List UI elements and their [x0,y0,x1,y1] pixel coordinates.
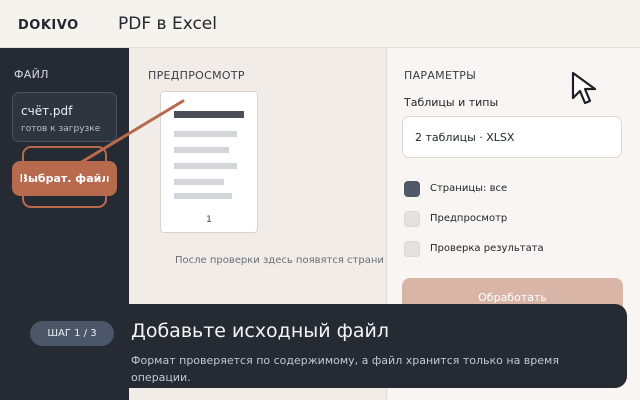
step-badge: ШАГ 1 / 3 [30,321,114,346]
checkbox-pages[interactable] [404,181,420,197]
thumbnail-text-line [174,179,224,185]
tooltip-title: Добавьте исходный файл [131,320,390,342]
option-label: Предпросмотр [430,213,508,224]
tables-select[interactable]: 2 таблицы · XLSX [402,116,622,158]
top-bar: DOKIVO PDF в Excel [0,0,640,48]
thumbnail-text-line [174,163,237,169]
checkbox-preview[interactable] [404,211,420,227]
thumbnail-text-line [174,193,232,199]
page-thumbnail[interactable]: 1 [160,91,258,233]
preview-section-label: ПРЕДПРОСМОТР [148,69,245,82]
file-card[interactable]: счёт.pdf готов к загрузке [12,92,117,142]
onboarding-tooltip: ШАГ 1 / 3 Добавьте исходный файл Формат … [12,304,627,388]
thumbnail-text-line [174,131,237,137]
preview-hint: После проверки здесь появятся страни [175,255,384,266]
choose-file-button[interactable]: Выбрат. файл [12,161,117,196]
page-number: 1 [206,215,212,225]
option-label: Страницы: все [430,183,508,194]
file-status: готов к загрузке [21,124,101,134]
page-title: PDF в Excel [118,14,217,34]
tooltip-body: Формат проверяется по содержимому, а фай… [131,354,559,384]
arrow-cursor-icon [571,71,597,105]
tables-label: Таблицы и типы [404,96,499,109]
params-section-label: ПАРАМЕТРЫ [404,69,477,82]
thumbnail-text-line [174,147,229,153]
tables-select-value: 2 таблицы · XLSX [415,131,515,144]
file-name: счёт.pdf [21,104,73,118]
checkbox-verify[interactable] [404,241,420,257]
file-section-label: ФАЙЛ [14,68,49,81]
brand-logo[interactable]: DOKIVO [18,18,79,33]
thumbnail-heading-line [174,111,244,118]
option-label: Проверка результата [430,243,544,254]
